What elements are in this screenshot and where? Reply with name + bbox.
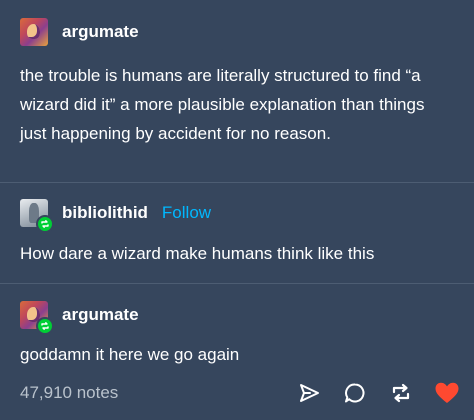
post-actions	[276, 376, 460, 410]
avatar[interactable]	[20, 18, 48, 46]
post-header-argumate-1: argumate	[20, 18, 139, 46]
post-text: goddamn it here we go again	[20, 345, 240, 364]
reblog-badge-icon	[36, 317, 54, 335]
follow-button[interactable]: Follow	[162, 203, 211, 223]
reblog-icon[interactable]	[388, 380, 414, 406]
heart-icon[interactable]	[434, 380, 460, 406]
avatar[interactable]	[20, 301, 54, 335]
post-header-argumate-2: argumate	[20, 301, 139, 335]
notes-count[interactable]: 47,910 notes	[20, 383, 118, 403]
divider	[0, 283, 474, 284]
post-header-bibliolithid: bibliolithid Follow	[20, 199, 211, 233]
post-text: How dare a wizard make humans think like…	[20, 244, 375, 263]
username[interactable]: bibliolithid	[62, 203, 148, 223]
reblog-badge-icon	[36, 215, 54, 233]
reply-icon[interactable]	[342, 380, 368, 406]
username[interactable]: argumate	[62, 22, 139, 42]
divider	[0, 182, 474, 183]
post-footer: 47,910 notes	[20, 376, 460, 410]
username[interactable]: argumate	[62, 305, 139, 325]
post-text: the trouble is humans are literally stru…	[20, 66, 425, 143]
avatar[interactable]	[20, 199, 54, 233]
send-icon[interactable]	[296, 380, 322, 406]
